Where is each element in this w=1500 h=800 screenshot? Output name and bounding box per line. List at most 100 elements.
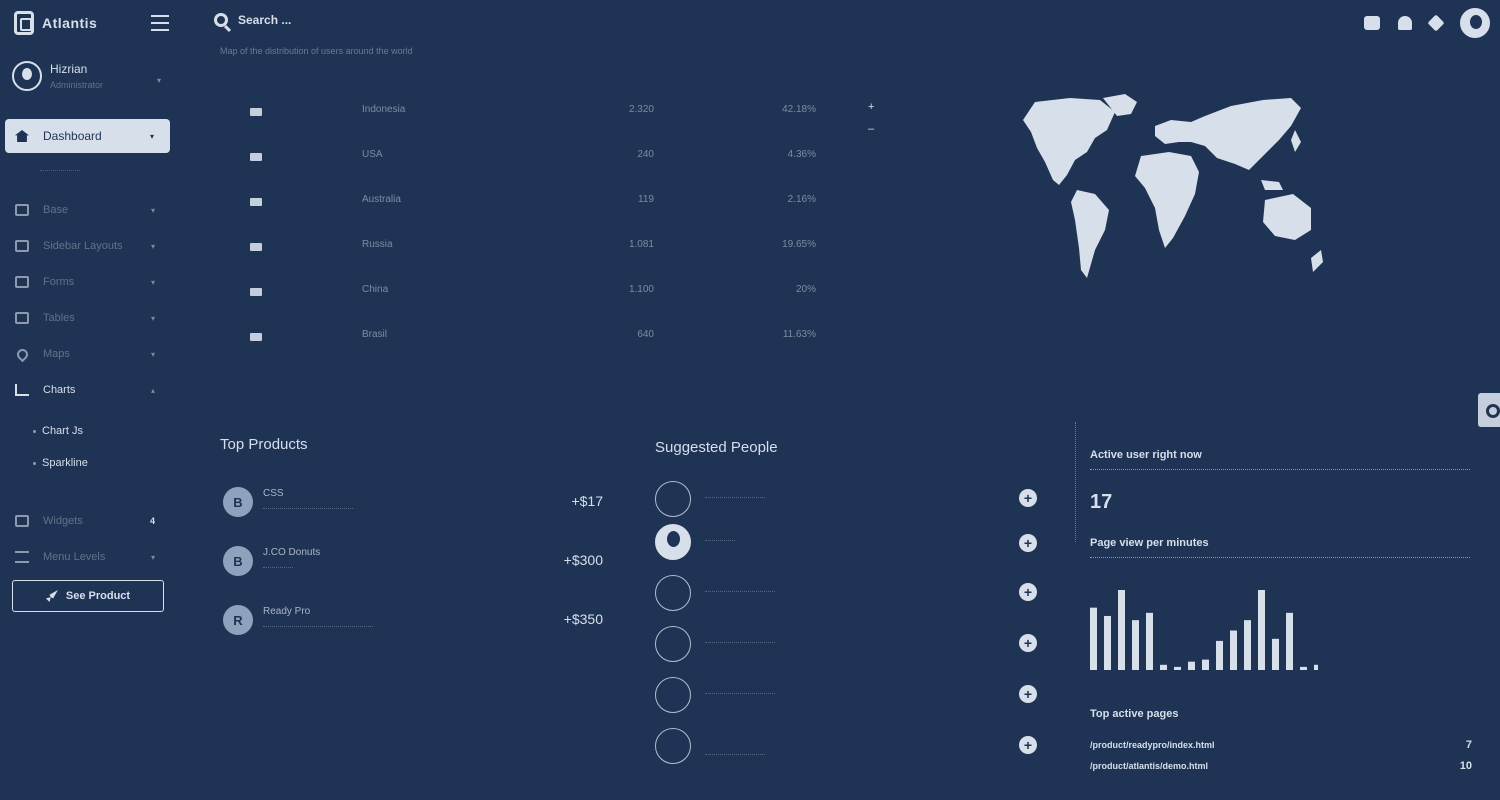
table-icon xyxy=(15,312,29,324)
product-name: CSS xyxy=(263,488,284,499)
sidebar-item-dashboard[interactable]: Dashboard ▾ xyxy=(5,119,170,153)
user-profile[interactable]: Hizrian Administrator xyxy=(12,61,103,91)
page-view-bar xyxy=(1090,607,1097,670)
chevron-down-icon[interactable]: ▾ xyxy=(157,76,161,85)
person-info xyxy=(705,642,775,643)
map-zoom-in-button[interactable]: + xyxy=(868,101,874,113)
page-view-bar xyxy=(1258,590,1265,670)
sidebar-subitem-sparkline[interactable]: Sparkline xyxy=(33,457,88,469)
map-zoom-out-button[interactable]: – xyxy=(868,123,874,135)
product-avatar: R xyxy=(223,605,253,635)
sidebar-item-maps[interactable]: Maps ▾ xyxy=(14,344,165,364)
active-users-count: 17 xyxy=(1090,491,1113,513)
country-users: 240 xyxy=(637,149,654,160)
rocket-icon xyxy=(45,590,58,602)
envelope-icon[interactable] xyxy=(1364,16,1380,30)
layers-icon[interactable] xyxy=(1427,14,1445,32)
page-view-bar xyxy=(1286,612,1293,670)
sidebar: Hizrian Administrator ▾ Dashboard ▾ Base… xyxy=(0,48,180,800)
bell-icon[interactable] xyxy=(1398,16,1412,30)
page-path[interactable]: /product/readypro/index.html xyxy=(1090,740,1215,750)
country-name: Brasil xyxy=(362,329,388,340)
list-item: + xyxy=(655,626,1040,666)
sidebar-subitem-label: Sparkline xyxy=(42,457,88,469)
sidebar-item-label: Charts xyxy=(43,384,76,396)
user-name: Hizrian xyxy=(50,62,88,76)
country-percent: 2.16% xyxy=(787,194,816,205)
flag-icon xyxy=(250,153,262,161)
user-role: Administrator xyxy=(50,80,104,90)
product-subtitle xyxy=(263,567,293,568)
add-person-button[interactable]: + xyxy=(1019,534,1037,552)
app-logo[interactable]: Atlantis xyxy=(14,11,97,35)
bars-icon xyxy=(15,551,29,563)
grid-icon xyxy=(15,240,29,252)
country-users: 1.081 xyxy=(628,239,654,250)
country-users: 640 xyxy=(637,329,654,340)
search-bar xyxy=(214,13,478,27)
sidebar-item-base[interactable]: Base ▾ xyxy=(15,200,165,220)
list-item: + xyxy=(655,575,1040,615)
sidebar-item-tables[interactable]: Tables ▾ xyxy=(15,308,165,328)
page-count: 10 xyxy=(1459,760,1472,772)
chevron-down-icon: ▾ xyxy=(150,205,155,215)
list-item: + xyxy=(655,728,1040,768)
pen-square-icon xyxy=(15,276,29,288)
add-person-button[interactable]: + xyxy=(1019,736,1037,754)
add-person-button[interactable]: + xyxy=(1019,634,1037,652)
sidebar-item-menu-levels[interactable]: Menu Levels ▾ xyxy=(15,547,165,567)
country-users: 119 xyxy=(638,194,654,205)
chevron-down-icon: ▾ xyxy=(150,277,155,287)
map-caption: Map of the distribution of users around … xyxy=(220,46,413,56)
product-name: Ready Pro xyxy=(263,606,311,617)
flag-icon xyxy=(250,108,262,116)
sidebar-subitem-chartjs[interactable]: Chart Js xyxy=(33,425,83,437)
product-subtitle xyxy=(263,508,353,509)
see-product-button[interactable]: See Product xyxy=(12,580,164,612)
divider xyxy=(1090,557,1470,558)
chart-bar-icon xyxy=(15,384,29,396)
sidebar-item-widgets[interactable]: Widgets 4 xyxy=(15,511,165,531)
table-row: Russia 1.081 19.65% xyxy=(220,239,820,259)
top-navbar: Atlantis xyxy=(0,0,1500,48)
chevron-down-icon: ▾ xyxy=(150,241,155,251)
search-input[interactable] xyxy=(238,13,478,27)
table-row: China 1.100 20% xyxy=(220,284,820,304)
country-percent: 20% xyxy=(795,284,816,295)
hamburger-menu-icon[interactable] xyxy=(151,15,169,31)
sidebar-item-forms[interactable]: Forms ▾ xyxy=(15,272,165,292)
product-name: J.CO Donuts xyxy=(263,547,321,558)
page-view-bar xyxy=(1230,630,1237,670)
user-avatar-menu[interactable] xyxy=(1460,8,1490,38)
product-price: +$350 xyxy=(563,611,603,627)
sidebar-subitem-label: Chart Js xyxy=(42,425,83,437)
sidebar-item-label: Tables xyxy=(43,312,75,324)
person-info xyxy=(705,754,765,755)
app-name: Atlantis xyxy=(42,15,98,31)
list-item: + xyxy=(655,481,1040,521)
avatar xyxy=(655,677,691,713)
page-path[interactable]: /product/atlantis/demo.html xyxy=(1090,761,1208,771)
sidebar-item-label: Sidebar Layouts xyxy=(43,240,123,252)
add-person-button[interactable]: + xyxy=(1019,583,1037,601)
active-users-title: Active user right now xyxy=(1090,449,1202,461)
add-person-button[interactable]: + xyxy=(1019,685,1037,703)
sidebar-item-charts[interactable]: Charts ▴ xyxy=(15,380,165,400)
world-map[interactable] xyxy=(995,90,1335,285)
chevron-down-icon: ▾ xyxy=(149,131,154,141)
search-icon[interactable] xyxy=(214,13,228,27)
country-users: 2.320 xyxy=(628,104,654,115)
dashboard-subitem[interactable] xyxy=(40,170,80,172)
page-view-bar xyxy=(1300,666,1307,670)
product-price: +$300 xyxy=(563,552,603,568)
add-person-button[interactable]: + xyxy=(1019,489,1037,507)
sidebar-item-label: Widgets xyxy=(43,515,83,527)
sidebar-item-label: Dashboard xyxy=(43,129,102,143)
sidebar-item-sidebar-layouts[interactable]: Sidebar Layouts ▾ xyxy=(15,236,165,256)
top-products-title: Top Products xyxy=(220,436,308,453)
page-view-bar xyxy=(1216,640,1223,670)
country-percent: 19.65% xyxy=(782,239,816,250)
settings-toggle-button[interactable] xyxy=(1478,393,1500,427)
product-avatar: B xyxy=(223,546,253,576)
page-view-bar xyxy=(1160,664,1167,670)
